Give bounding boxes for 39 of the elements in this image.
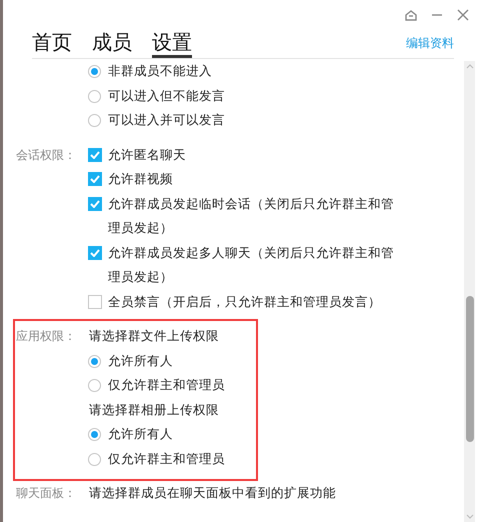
scrollbar[interactable]: [464, 61, 475, 522]
tab[interactable]: 成员: [92, 31, 132, 58]
option-label: 允许所有人: [108, 352, 174, 370]
option-label: 可以进入并可以发言: [108, 111, 226, 129]
radio-button[interactable]: [88, 114, 101, 127]
scroll-up-icon[interactable]: [466, 63, 474, 69]
prompt-text: 请选择群成员在聊天面板中看到的扩展功能: [89, 484, 336, 502]
prompt-text: 请选择群文件上传权限: [89, 327, 220, 345]
checkbox[interactable]: [88, 294, 102, 308]
section-label: 聊天面板：: [15, 485, 77, 502]
option-label: 全员禁言（开启后，只允许群主和管理员发言）: [108, 292, 382, 310]
tab[interactable]: 首页: [32, 31, 72, 58]
option-label: 允许群成员发起多人聊天（关闭后只允许群主和管理员发起）: [108, 244, 395, 286]
option-label: 可以进入但不能发言: [108, 86, 226, 104]
prompt-text: 请选择群相册上传权限: [89, 400, 220, 418]
radio-button[interactable]: [88, 90, 101, 102]
tab[interactable]: 设置: [152, 31, 192, 58]
radio-button[interactable]: [88, 452, 101, 466]
option-label: 非群成员不能进入: [108, 62, 213, 80]
radio-button[interactable]: [88, 379, 101, 392]
home-icon[interactable]: [405, 9, 417, 21]
section-label: 应用权限：: [15, 328, 77, 345]
scroll-thumb[interactable]: [466, 296, 474, 442]
radio-button[interactable]: [88, 428, 101, 441]
checkbox[interactable]: [88, 148, 102, 162]
checkbox[interactable]: [88, 196, 102, 210]
option-label: 仅允许群主和管理员: [108, 450, 226, 468]
checkbox[interactable]: [88, 172, 102, 186]
section-label: 会话权限：: [15, 146, 77, 164]
option-label: 允许群成员发起临时会话（关闭后只允许群主和管理员发起）: [108, 194, 395, 237]
radio-button[interactable]: [88, 65, 101, 78]
option-label: 允许群视频: [108, 170, 174, 188]
option-label: 仅允许群主和管理员: [108, 376, 226, 394]
scroll-down-icon[interactable]: [466, 514, 474, 520]
close-icon[interactable]: [457, 9, 469, 21]
radio-button[interactable]: [88, 354, 101, 368]
option-label: 允许匿名聊天: [108, 146, 187, 164]
option-label: 允许所有人: [108, 425, 174, 443]
checkbox[interactable]: [88, 246, 102, 260]
